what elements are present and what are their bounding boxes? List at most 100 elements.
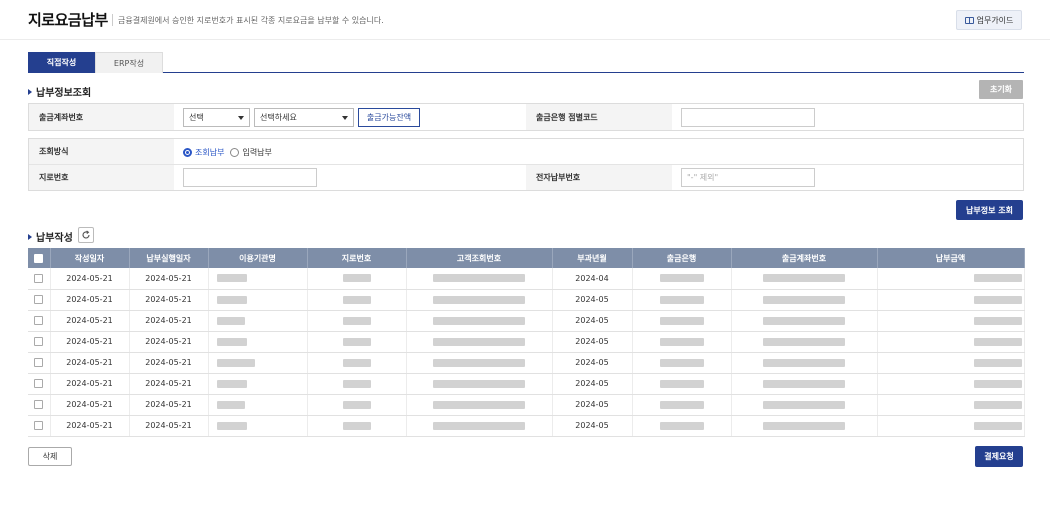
page-title: 지로요금납부 <box>28 11 108 29</box>
redacted-text <box>342 316 371 325</box>
cell-bank <box>632 373 732 395</box>
checkbox-icon <box>34 337 44 346</box>
table-row[interactable]: 2024-05-21 2024-05-21 2024-05 <box>28 415 1025 437</box>
balance-button[interactable]: 출금가능잔액 <box>358 108 420 127</box>
row-checkbox[interactable] <box>28 352 51 374</box>
cell-amount <box>877 289 1025 311</box>
cell-customer-no <box>406 373 553 395</box>
cell-period: 2024-05 <box>552 331 633 353</box>
section-title-inquiry: 납부정보조회 <box>28 84 91 99</box>
redacted-text <box>342 379 371 388</box>
row-checkbox[interactable] <box>28 394 51 416</box>
epay-input[interactable]: "-" 제외" <box>681 168 815 187</box>
table-row[interactable]: 2024-05-21 2024-05-21 2024-05 <box>28 331 1025 353</box>
redacted-text <box>973 358 1022 367</box>
tab-direct[interactable]: 직접작성 <box>28 52 95 73</box>
radio-inquiry-payment-label: 조회납부 <box>195 148 225 157</box>
redacted-text <box>973 295 1022 304</box>
delete-button[interactable]: 삭제 <box>28 447 72 466</box>
giro-label: 지로번호 <box>29 165 174 190</box>
cell-account <box>731 415 878 437</box>
radio-input-payment-label: 입력납부 <box>242 148 272 157</box>
cell-amount <box>877 352 1025 374</box>
redacted-text <box>973 337 1022 346</box>
bank-code-input[interactable] <box>681 108 815 127</box>
search-payment-button[interactable]: 납부정보 조회 <box>956 200 1023 220</box>
table-row[interactable]: 2024-05-21 2024-05-21 2024-05 <box>28 352 1025 374</box>
redacted-text <box>342 400 371 409</box>
redacted-text <box>433 379 525 388</box>
table-row[interactable]: 2024-05-21 2024-05-21 2024-04 <box>28 268 1025 290</box>
bank-code-label: 출금은행 점별코드 <box>526 104 672 130</box>
table-row[interactable]: 2024-05-21 2024-05-21 2024-05 <box>28 394 1025 416</box>
table-row[interactable]: 2024-05-21 2024-05-21 2024-05 <box>28 310 1025 332</box>
col-account: 출금계좌번호 <box>731 248 878 268</box>
book-icon <box>964 16 974 24</box>
account-select-2[interactable]: 선택하세요 <box>254 108 354 127</box>
col-created: 작성일자 <box>50 248 130 268</box>
row-checkbox[interactable] <box>28 415 51 437</box>
payment-table: 작성일자 납부실행일자 이용기관명 지로번호 고객조회번호 부과년월 출금은행 … <box>28 248 1025 437</box>
cell-account <box>731 310 878 332</box>
cell-period: 2024-05 <box>552 373 633 395</box>
checkbox-icon <box>34 358 44 367</box>
redacted-text <box>433 421 525 430</box>
cell-created: 2024-05-21 <box>50 394 130 416</box>
radio-unchecked-icon <box>230 148 240 157</box>
row-checkbox[interactable] <box>28 268 51 290</box>
row-checkbox[interactable] <box>28 310 51 332</box>
row-checkbox[interactable] <box>28 331 51 353</box>
cell-giro <box>307 415 407 437</box>
radio-input-payment[interactable]: 입력납부 <box>230 147 272 158</box>
guide-button[interactable]: 업무가이드 <box>956 10 1022 30</box>
redacted-text <box>763 358 845 367</box>
cell-giro <box>307 331 407 353</box>
checkbox-icon <box>34 316 44 325</box>
cell-bank <box>632 394 732 416</box>
col-amount: 납부금액 <box>877 248 1025 268</box>
dropdown-arrow-icon <box>238 116 244 120</box>
cell-institution <box>208 373 308 395</box>
giro-input[interactable] <box>183 168 317 187</box>
cell-exec: 2024-05-21 <box>129 415 209 437</box>
pay-request-button[interactable]: 결제요청 <box>975 446 1023 467</box>
cell-period: 2024-05 <box>552 352 633 374</box>
cell-bank <box>632 352 732 374</box>
tab-erp[interactable]: ERP작성 <box>95 52 163 73</box>
cell-created: 2024-05-21 <box>50 352 130 374</box>
select-all-checkbox[interactable] <box>28 248 51 268</box>
row-checkbox[interactable] <box>28 289 51 311</box>
cell-created: 2024-05-21 <box>50 331 130 353</box>
refresh-button[interactable] <box>78 227 94 243</box>
cell-giro <box>307 373 407 395</box>
redacted-text <box>342 295 371 304</box>
cell-account <box>731 373 878 395</box>
cell-customer-no <box>406 352 553 374</box>
bullet-icon <box>28 233 32 240</box>
redacted-text <box>763 379 845 388</box>
method-label: 조회방식 <box>29 139 174 164</box>
reset-button[interactable]: 초기화 <box>979 80 1023 99</box>
cell-exec: 2024-05-21 <box>129 373 209 395</box>
table-row[interactable]: 2024-05-21 2024-05-21 2024-05 <box>28 373 1025 395</box>
redacted-text <box>216 358 255 367</box>
dropdown-arrow-icon <box>342 116 348 120</box>
redacted-text <box>659 337 704 346</box>
row-checkbox[interactable] <box>28 373 51 395</box>
redacted-text <box>973 316 1022 325</box>
cell-exec: 2024-05-21 <box>129 331 209 353</box>
cell-account <box>731 394 878 416</box>
redacted-text <box>433 400 525 409</box>
page-header: 지로요금납부 금융결제원에서 승인한 지로번호가 표시된 각종 지로요금을 납부… <box>0 0 1050 40</box>
cell-bank <box>632 268 732 290</box>
table-row[interactable]: 2024-05-21 2024-05-21 2024-05 <box>28 289 1025 311</box>
redacted-text <box>216 379 247 388</box>
redacted-text <box>342 274 371 283</box>
cell-period: 2024-05 <box>552 289 633 311</box>
cell-period: 2024-05 <box>552 310 633 332</box>
radio-inquiry-payment[interactable]: 조회납부 <box>183 147 224 158</box>
account-select-1[interactable]: 선택 <box>183 108 250 127</box>
cell-exec: 2024-05-21 <box>129 394 209 416</box>
cell-exec: 2024-05-21 <box>129 268 209 290</box>
redacted-text <box>763 400 845 409</box>
